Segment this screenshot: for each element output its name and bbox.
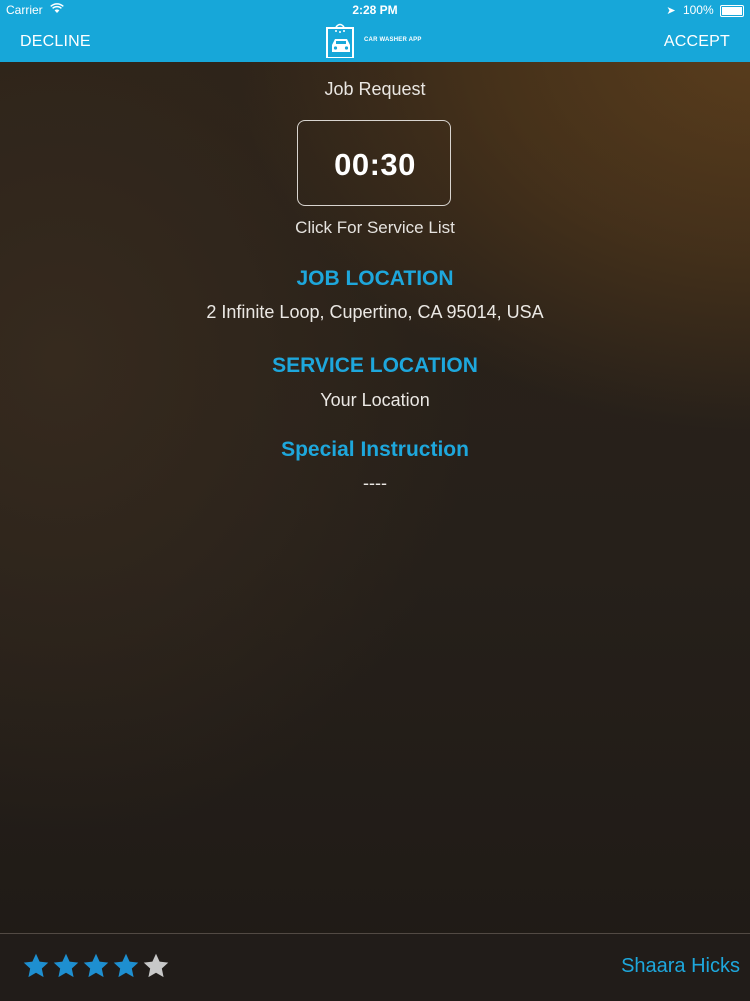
status-right: ➤ 100% (666, 3, 744, 17)
special-instruction-heading: Special Instruction (281, 438, 469, 461)
star-icon (83, 953, 109, 978)
location-arrow-icon: ➤ (666, 5, 676, 17)
star-icon (143, 953, 169, 978)
timer-value: 00:30 (334, 147, 416, 182)
app-logo: CAR WASHER APP (324, 22, 434, 58)
battery-icon (720, 4, 744, 17)
service-list-link[interactable]: Click For Service List (0, 218, 750, 238)
status-time: 2:28 PM (352, 3, 398, 17)
page-title: Job Request (324, 79, 426, 99)
star-icon (113, 953, 139, 978)
decline-button[interactable]: DECLINE (20, 33, 91, 51)
bottom-bar: Shaara Hicks (0, 933, 750, 1001)
star-icon (23, 953, 49, 978)
accept-button[interactable]: ACCEPT (664, 33, 730, 51)
battery-percent: 100% (682, 3, 714, 17)
car-wash-icon (326, 23, 354, 58)
job-location-heading: JOB LOCATION (296, 267, 454, 290)
star-icon (53, 953, 79, 978)
service-location-value: Your Location (320, 390, 430, 410)
countdown-timer: 00:30 (297, 120, 451, 206)
job-location-value: 2 Infinite Loop, Cupertino, CA 95014, US… (206, 302, 544, 322)
status-bar: Carrier 2:28 PM ➤ 100% (0, 0, 750, 20)
logo-text: CAR WASHER APP (364, 37, 422, 43)
special-instruction-value: ---- (363, 473, 387, 493)
driver-name[interactable]: Shaara Hicks (621, 955, 740, 978)
service-location-heading: SERVICE LOCATION (272, 354, 478, 377)
navigation-bar: Carrier 2:28 PM ➤ 100% DECLINE CAR WASHE… (0, 0, 750, 62)
